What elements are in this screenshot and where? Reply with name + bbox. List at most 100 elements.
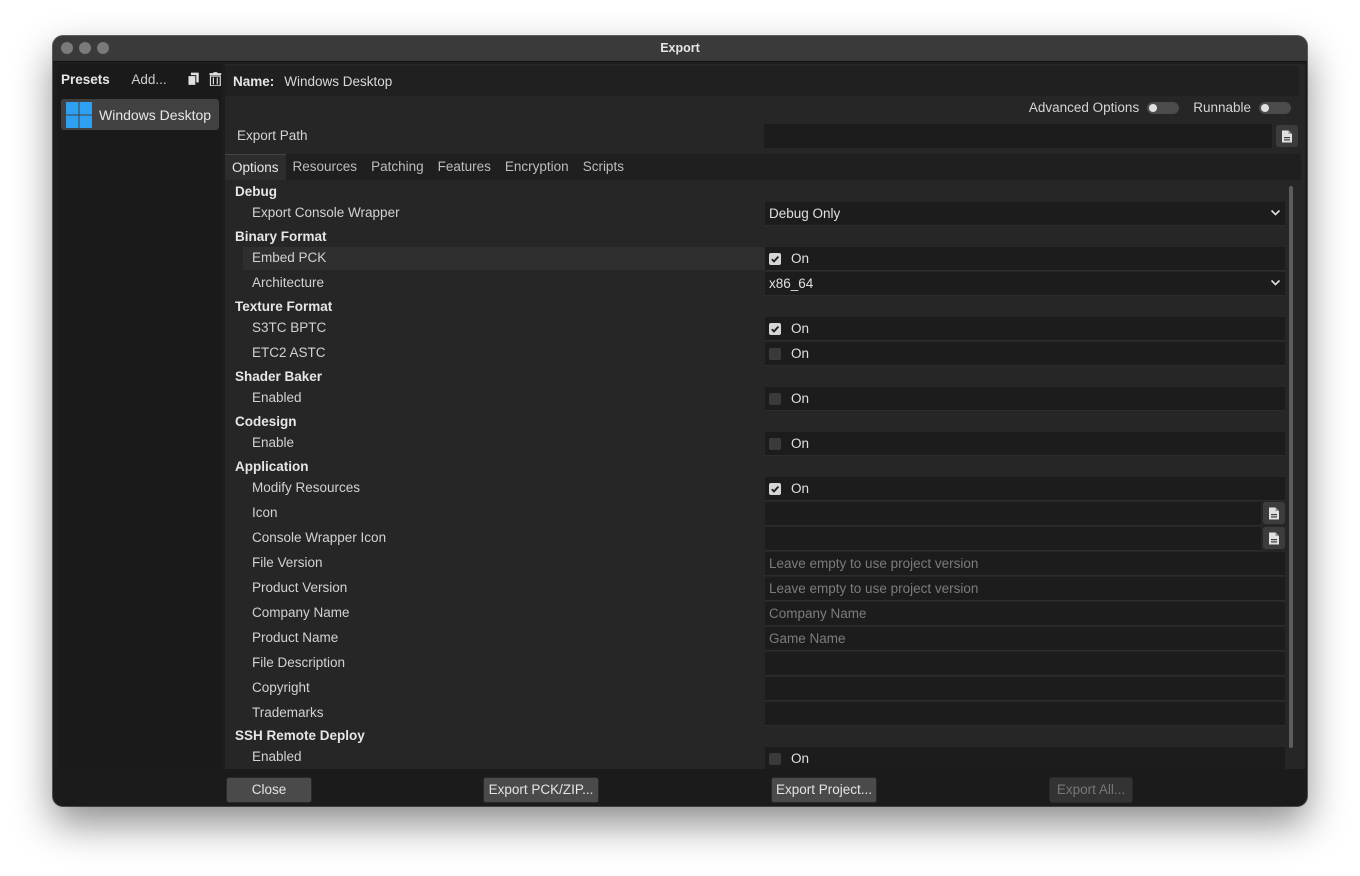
options-scrollbar[interactable] — [1289, 186, 1293, 748]
architecture-dropdown[interactable]: x86_64 — [765, 272, 1285, 296]
s3tc-bptc-checkbox[interactable]: On — [765, 317, 1285, 341]
file-version-field[interactable]: Leave empty to use project version — [765, 552, 1285, 576]
product-name-field[interactable]: Game Name — [765, 627, 1285, 651]
product-name-placeholder: Game Name — [769, 631, 846, 646]
tab-scripts[interactable]: Scripts — [576, 154, 631, 180]
presets-header: Presets Add... — [57, 64, 222, 94]
etc2-astc-text: On — [791, 346, 810, 361]
section-codesign: Codesign — [235, 414, 297, 429]
chevron-down-icon — [1270, 279, 1281, 286]
add-preset-button[interactable]: Add... — [131, 72, 166, 87]
product-version-field[interactable]: Leave empty to use project version — [765, 577, 1285, 601]
icon-browse-button[interactable] — [1263, 502, 1285, 524]
trademarks-field[interactable] — [765, 702, 1285, 726]
export-pck-zip-button[interactable]: Export PCK/ZIP... — [483, 777, 599, 803]
advanced-options-switch[interactable] — [1147, 101, 1180, 114]
ssh-enabled-text: On — [791, 751, 810, 766]
prop-company-name: Company Name — [252, 605, 350, 620]
ssh-enabled-checkbox[interactable]: On — [765, 747, 1285, 769]
company-name-placeholder: Company Name — [769, 606, 867, 621]
name-field[interactable]: Windows Desktop — [284, 74, 392, 89]
architecture-value: x86_64 — [769, 276, 814, 291]
advanced-options-label: Advanced Options — [1028, 100, 1140, 115]
s3tc-bptc-text: On — [791, 321, 810, 336]
prop-file-version: File Version — [252, 555, 323, 570]
icon-path-field[interactable] — [765, 502, 1261, 526]
prop-etc2-astc: ETC2 ASTC — [252, 345, 326, 360]
embed-pck-text: On — [791, 251, 810, 266]
prop-copyright: Copyright — [252, 680, 310, 695]
embed-pck-checkbox[interactable]: On — [765, 247, 1285, 271]
section-texture-format: Texture Format — [235, 299, 333, 314]
console-wrapper-icon-browse-button[interactable] — [1263, 527, 1285, 549]
export-path-field[interactable] — [764, 124, 1272, 148]
prop-codesign-enable: Enable — [252, 435, 295, 450]
file-icon — [1269, 507, 1279, 519]
tab-patching[interactable]: Patching — [364, 154, 431, 180]
checkbox-checked-icon — [769, 482, 781, 495]
checkbox-unchecked-icon — [769, 392, 781, 405]
export-path-label: Export Path — [237, 128, 308, 143]
modify-resources-checkbox[interactable]: On — [765, 477, 1285, 501]
prop-ssh-enabled: Enabled — [252, 749, 302, 764]
duplicate-icon[interactable] — [187, 72, 200, 86]
checkbox-checked-icon — [769, 322, 781, 335]
section-binary-format: Binary Format — [235, 229, 327, 244]
checkbox-unchecked-icon — [769, 347, 781, 360]
prop-trademarks: Trademarks — [252, 705, 324, 720]
close-window-button[interactable] — [61, 42, 73, 54]
company-name-field[interactable]: Company Name — [765, 602, 1285, 626]
zoom-window-button[interactable] — [97, 42, 109, 54]
tab-features[interactable]: Features — [431, 154, 498, 180]
dialog-footer: Close Export PCK/ZIP... Export Project..… — [53, 769, 1307, 806]
presets-sidebar: Presets Add... Windows Desktop — [57, 64, 222, 769]
shader-baker-enabled-text: On — [791, 391, 810, 406]
options-inspector: Debug Export Console Wrapper Debug Only … — [225, 180, 1287, 769]
tab-resources[interactable]: Resources — [286, 154, 365, 180]
trash-icon[interactable] — [209, 72, 222, 86]
checkbox-checked-icon — [769, 252, 781, 265]
runnable-label: Runnable — [1193, 100, 1251, 115]
tab-options[interactable]: Options — [225, 154, 286, 180]
export-project-button[interactable]: Export Project... — [771, 777, 877, 803]
name-label: Name: — [233, 73, 275, 89]
runnable-switch[interactable] — [1259, 101, 1291, 114]
modify-resources-text: On — [791, 481, 810, 496]
export-console-wrapper-dropdown[interactable]: Debug Only — [765, 202, 1285, 226]
checkbox-unchecked-icon — [769, 752, 781, 765]
prop-shader-baker-enabled: Enabled — [252, 390, 302, 405]
presets-title: Presets — [61, 71, 110, 87]
section-shader-baker: Shader Baker — [235, 369, 323, 384]
file-description-field[interactable] — [765, 652, 1285, 676]
product-version-placeholder: Leave empty to use project version — [769, 581, 979, 596]
export-path-browse-button[interactable] — [1276, 125, 1298, 147]
prop-architecture: Architecture — [252, 275, 325, 290]
prop-console-wrapper-icon: Console Wrapper Icon — [252, 530, 387, 545]
export-console-wrapper-value: Debug Only — [769, 206, 841, 221]
section-application: Application — [235, 459, 309, 474]
shader-baker-enabled-checkbox[interactable]: On — [765, 387, 1285, 411]
prop-product-version: Product Version — [252, 580, 348, 595]
file-icon — [1269, 532, 1279, 544]
codesign-enable-text: On — [791, 436, 810, 451]
windows-logo-icon — [66, 101, 92, 128]
checkbox-unchecked-icon — [769, 437, 781, 450]
title-bar: Export — [53, 36, 1307, 62]
copyright-field[interactable] — [765, 677, 1285, 701]
tab-encryption[interactable]: Encryption — [498, 154, 576, 180]
preset-settings-panel: Name: Windows Desktop Advanced Options R… — [225, 64, 1305, 769]
close-button[interactable]: Close — [226, 777, 312, 803]
name-bar: Name: Windows Desktop — [225, 66, 1299, 96]
console-wrapper-icon-path-field[interactable] — [765, 527, 1261, 551]
toggle-row: Advanced Options Runnable — [1029, 100, 1291, 115]
preset-item-windows-desktop[interactable]: Windows Desktop — [61, 99, 219, 130]
prop-product-name: Product Name — [252, 630, 339, 645]
file-icon — [1282, 130, 1292, 142]
file-version-placeholder: Leave empty to use project version — [769, 556, 979, 571]
tab-bar: Options Resources Patching Features Encr… — [225, 154, 1301, 180]
prop-embed-pck: Embed PCK — [252, 250, 327, 265]
codesign-enable-checkbox[interactable]: On — [765, 432, 1285, 456]
export-all-button[interactable]: Export All... — [1049, 777, 1133, 803]
etc2-astc-checkbox[interactable]: On — [765, 342, 1285, 366]
minimize-window-button[interactable] — [79, 42, 91, 54]
